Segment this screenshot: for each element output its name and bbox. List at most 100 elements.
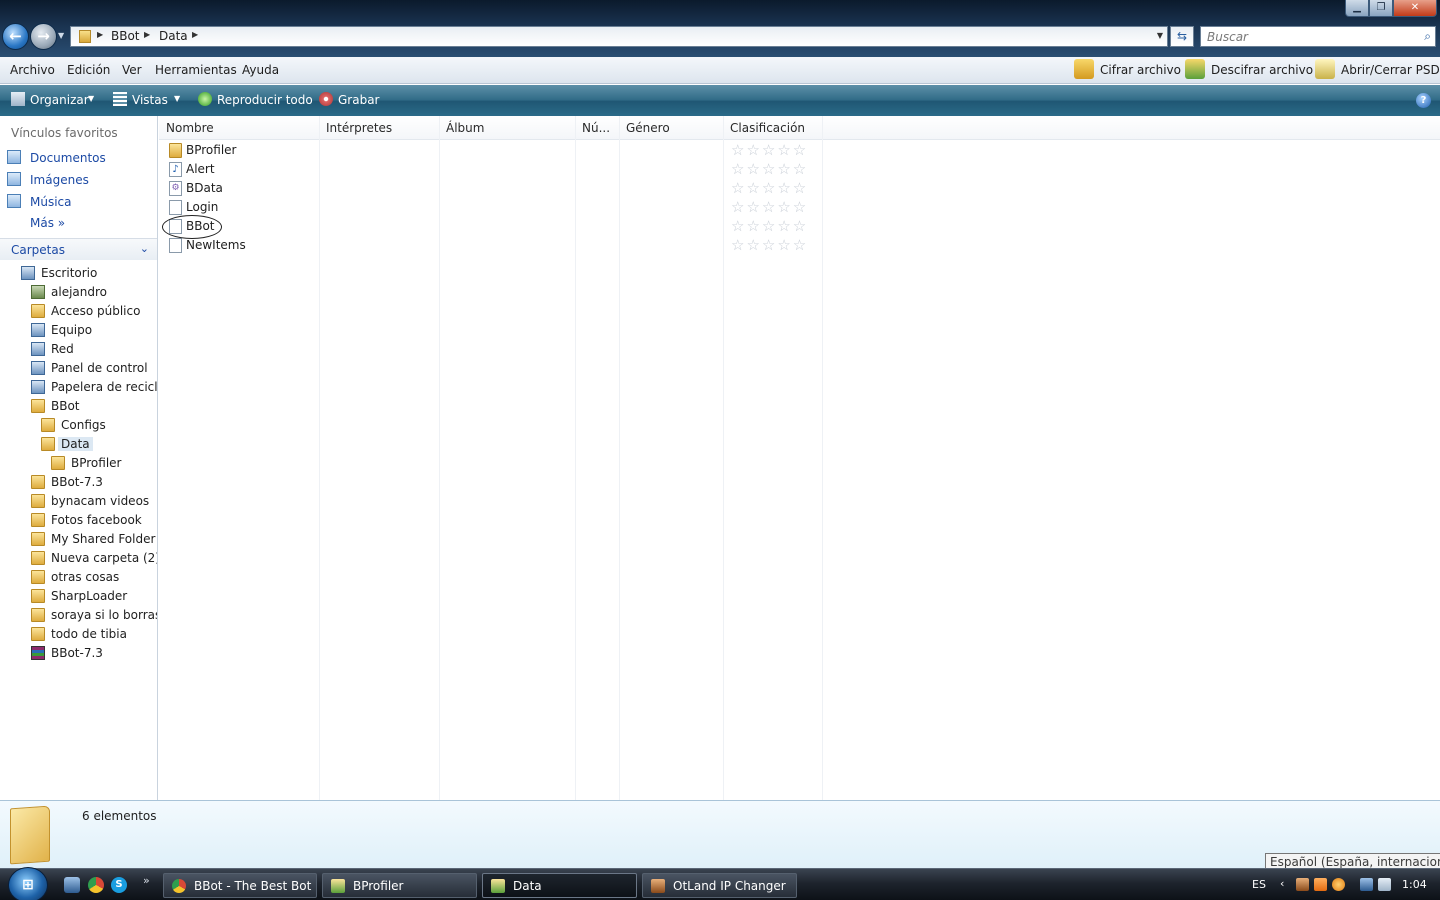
tree-item-label: BProfiler xyxy=(71,456,122,470)
app-tray-icon[interactable] xyxy=(1296,878,1309,891)
double-chevron-right-icon[interactable]: » xyxy=(143,874,150,887)
help-icon[interactable]: ? xyxy=(1416,93,1431,108)
open-close-psd-button[interactable]: Abrir/Cerrar PSD xyxy=(1315,59,1440,79)
language-indicator[interactable]: ES xyxy=(1252,878,1266,891)
folders-header[interactable]: Carpetas ⌄ xyxy=(0,238,157,260)
back-button[interactable]: ← xyxy=(2,23,29,50)
tree-item-label: BBot-7.3 xyxy=(51,646,103,660)
document-icon xyxy=(169,200,182,215)
burn-button[interactable]: Grabar xyxy=(319,92,380,107)
folder-icon xyxy=(31,513,45,527)
menu-ayuda[interactable]: Ayuda xyxy=(242,63,279,77)
rating-stars[interactable]: ☆☆☆☆☆ xyxy=(731,198,808,216)
update-tray-icon[interactable] xyxy=(1332,878,1345,891)
item-count: 6 elementos xyxy=(82,809,157,823)
decrypt-file-button[interactable]: Descifrar archivo xyxy=(1185,59,1313,79)
details-pane: 6 elementos xyxy=(0,800,1440,868)
maximize-button[interactable]: ❐ xyxy=(1369,0,1393,17)
network-tray-icon[interactable] xyxy=(1360,878,1373,891)
column-genre[interactable]: Género xyxy=(626,121,670,135)
tree-item-label: My Shared Folder xyxy=(51,532,156,546)
menu-herramientas[interactable]: Herramientas xyxy=(155,63,237,77)
favorite-pictures[interactable]: Imágenes xyxy=(30,173,89,187)
volume-tray-icon[interactable] xyxy=(1378,878,1391,891)
tree-item-label: Data xyxy=(58,437,93,451)
show-desktop-icon[interactable] xyxy=(64,877,80,893)
forward-button[interactable]: → xyxy=(30,23,57,50)
address-bar[interactable]: ▶ BBot ▶ Data ▶ ▼ xyxy=(70,26,1168,47)
document-icon xyxy=(169,238,182,253)
tree-item-label: bynacam videos xyxy=(51,494,150,508)
control-panel-icon xyxy=(31,361,45,375)
folder-icon xyxy=(31,589,45,603)
rating-stars[interactable]: ☆☆☆☆☆ xyxy=(731,141,808,159)
history-dropdown-icon[interactable]: ▼ xyxy=(58,31,64,40)
file-row[interactable]: Login ☆☆☆☆☆ xyxy=(163,198,823,217)
task-bprofiler[interactable]: BProfiler xyxy=(322,873,477,898)
play-all-button[interactable]: Reproducir todo xyxy=(198,92,313,107)
column-header: Nombre Intérpretes Álbum Nú... Género Cl… xyxy=(159,116,1440,140)
menu-archivo[interactable]: Archivo xyxy=(10,63,55,77)
file-row[interactable]: ⚙ BData ☆☆☆☆☆ xyxy=(163,179,823,198)
encrypt-file-button[interactable]: Cifrar archivo xyxy=(1074,59,1181,79)
file-name: NewItems xyxy=(186,238,246,252)
breadcrumb-bbot[interactable]: BBot xyxy=(111,29,140,43)
folder-icon xyxy=(41,437,55,451)
menu-ver[interactable]: Ver xyxy=(122,63,142,77)
favorite-music[interactable]: Música xyxy=(30,195,72,209)
breadcrumb-separator-icon[interactable]: ▶ xyxy=(97,30,103,39)
task-otland-ip-changer[interactable]: OtLand IP Changer xyxy=(642,873,797,898)
search-input[interactable]: Buscar ⌕ xyxy=(1200,26,1436,47)
skype-icon[interactable]: S xyxy=(111,877,127,893)
address-dropdown-icon[interactable]: ▼ xyxy=(1157,31,1163,40)
column-name[interactable]: Nombre xyxy=(166,121,214,135)
column-rating[interactable]: Clasificación xyxy=(730,121,805,135)
organize-icon xyxy=(11,92,25,106)
favorites-more-link[interactable]: Más » xyxy=(30,216,65,230)
views-icon xyxy=(113,92,127,106)
chrome-icon[interactable] xyxy=(88,877,104,893)
breadcrumb-separator-icon[interactable]: ▶ xyxy=(144,30,150,39)
file-row[interactable]: ♪ Alert ☆☆☆☆☆ xyxy=(163,160,823,179)
file-row[interactable]: BBot ☆☆☆☆☆ xyxy=(163,217,823,236)
chevron-down-icon[interactable]: ⌄ xyxy=(140,242,149,255)
rating-stars[interactable]: ☆☆☆☆☆ xyxy=(731,217,808,235)
minimize-button[interactable]: ▁ xyxy=(1345,0,1369,17)
clock[interactable]: 1:04 xyxy=(1402,878,1427,891)
task-bbot[interactable]: BBot - The Best Bot ... xyxy=(163,873,317,898)
start-button[interactable]: ⊞ xyxy=(8,867,48,900)
column-track-number[interactable]: Nú... xyxy=(582,121,610,135)
task-data[interactable]: Data xyxy=(482,873,637,898)
tree-item-label: Papelera de reciclaje xyxy=(51,380,158,394)
rating-stars[interactable]: ☆☆☆☆☆ xyxy=(731,236,808,254)
views-button[interactable]: Vistas ▼ xyxy=(113,92,180,107)
column-album[interactable]: Álbum xyxy=(446,121,484,135)
avast-tray-icon[interactable] xyxy=(1314,878,1327,891)
folder-icon xyxy=(31,475,45,489)
menu-edicion[interactable]: Edición xyxy=(67,63,110,77)
rating-stars[interactable]: ☆☆☆☆☆ xyxy=(731,179,808,197)
tray-expand-icon[interactable]: ‹ xyxy=(1280,877,1284,890)
column-artists[interactable]: Intérpretes xyxy=(326,121,392,135)
search-icon[interactable]: ⌕ xyxy=(1424,29,1431,44)
organize-button[interactable]: Organizar ▼ xyxy=(11,92,94,107)
music-icon xyxy=(7,194,21,208)
breadcrumb-data[interactable]: Data xyxy=(159,29,188,43)
tree-item-label: soraya si lo borras t xyxy=(51,608,158,622)
rating-stars[interactable]: ☆☆☆☆☆ xyxy=(731,160,808,178)
close-button[interactable]: ✕ xyxy=(1393,0,1437,17)
tree-item-label: BBot xyxy=(51,399,80,413)
folder-icon xyxy=(31,551,45,565)
rar-icon xyxy=(31,646,45,660)
favorite-documents[interactable]: Documentos xyxy=(30,151,106,165)
folder-icon xyxy=(79,30,91,43)
highlight-circle-annotation xyxy=(162,215,222,239)
file-row[interactable]: BProfiler ☆☆☆☆☆ xyxy=(163,141,823,160)
tree-item-label: BBot-7.3 xyxy=(51,475,103,489)
chevron-down-icon: ▼ xyxy=(88,94,95,103)
tree-item-label: Equipo xyxy=(51,323,93,337)
double-chevron-right-icon: » xyxy=(57,216,66,230)
refresh-button[interactable]: ⇆ xyxy=(1170,26,1194,47)
file-row[interactable]: NewItems ☆☆☆☆☆ xyxy=(163,236,823,255)
breadcrumb-separator-icon[interactable]: ▶ xyxy=(192,30,198,39)
